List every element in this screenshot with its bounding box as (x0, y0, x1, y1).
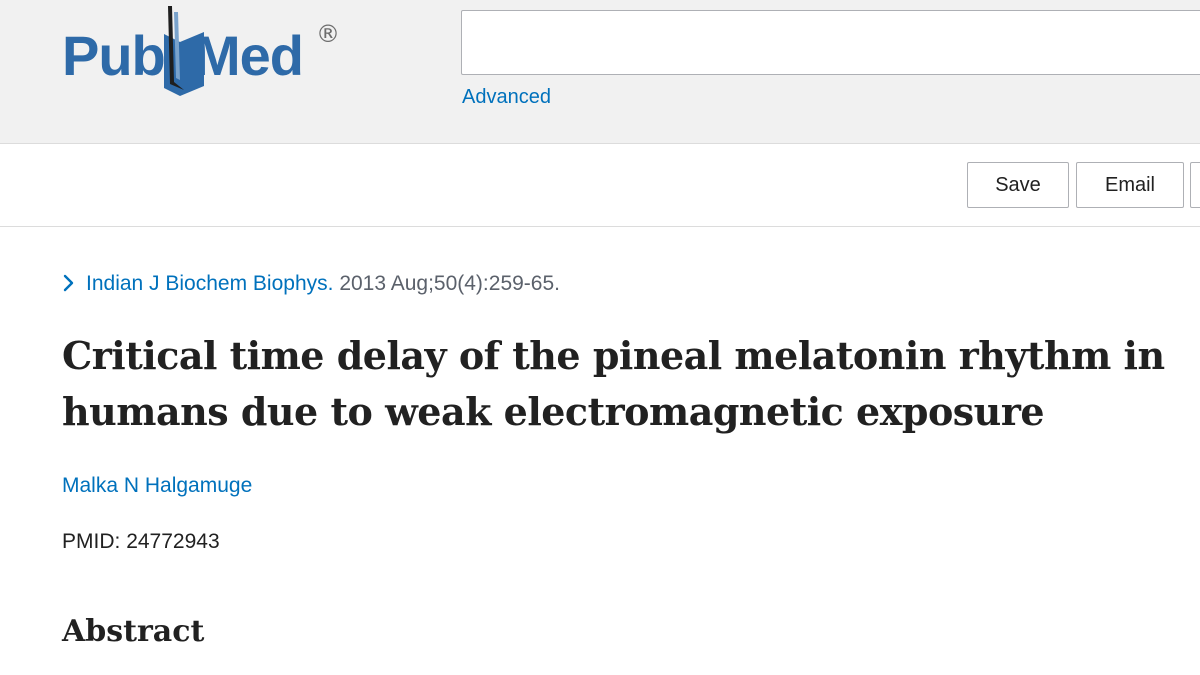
more-actions-button[interactable] (1190, 162, 1200, 208)
pmid: PMID: 24772943 (62, 530, 220, 554)
site-header: Pub Med ® Advanced (0, 0, 1200, 144)
registered-mark: ® (316, 20, 340, 48)
logo-text-pub: Pub (62, 24, 166, 87)
article-title: Critical time delay of the pineal melato… (62, 333, 1165, 434)
chevron-right-icon[interactable] (62, 274, 76, 292)
advanced-search-link[interactable]: Advanced (462, 86, 551, 109)
email-button[interactable]: Email (1076, 162, 1184, 208)
save-button[interactable]: Save (967, 162, 1069, 208)
search-input[interactable] (461, 10, 1200, 75)
pubmed-logo[interactable]: Pub Med ® (62, 4, 352, 98)
citation-detail: 2013 Aug;50(4):259-65. (339, 272, 560, 295)
author-link[interactable]: Malka N Halgamuge (62, 474, 252, 498)
logo-text-med: Med (194, 24, 304, 87)
abstract-heading: Abstract (62, 614, 205, 649)
journal-citation: Indian J Biochem Biophys. 2013 Aug;50(4)… (62, 270, 560, 298)
journal-link[interactable]: Indian J Biochem Biophys. (86, 272, 333, 295)
action-bar: Save Email (0, 144, 1200, 227)
pmid-label: PMID: (62, 530, 121, 553)
pmid-value: 24772943 (126, 530, 220, 553)
